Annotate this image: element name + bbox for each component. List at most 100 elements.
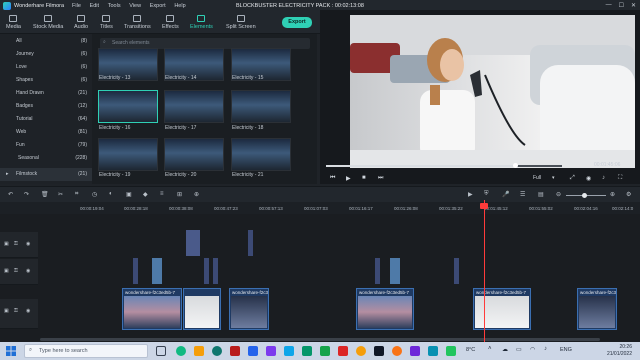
step-forward-icon[interactable]: ⏭	[378, 175, 383, 182]
video-clip[interactable]: wondershare-f2c3ed5b-7	[229, 288, 269, 330]
app-icon[interactable]	[284, 346, 294, 356]
tab-stock-media[interactable]: Stock Media	[33, 15, 63, 30]
eye-icon[interactable]: ◉	[26, 308, 30, 314]
element-thumbnail[interactable]	[231, 90, 291, 123]
file-explorer-icon[interactable]	[194, 346, 204, 356]
minimize-icon[interactable]: —	[606, 2, 612, 9]
step-back-icon[interactable]: ⏮	[330, 175, 335, 182]
app-icon[interactable]	[446, 346, 456, 356]
element-clip[interactable]	[248, 230, 253, 256]
tab-split-screen[interactable]: Split Screen	[226, 15, 256, 30]
play-pause-icon[interactable]: ▶	[346, 175, 351, 182]
playhead-handle[interactable]	[480, 203, 488, 209]
video-preview[interactable]	[350, 15, 635, 168]
element-clip[interactable]	[454, 258, 459, 284]
video-clip[interactable]: wondershare-f2c3ed5b-7	[356, 288, 414, 330]
list-icon[interactable]: ☰	[520, 191, 525, 198]
stop-icon[interactable]: ■	[362, 175, 366, 181]
lock-icon[interactable]: ⚿	[14, 268, 18, 274]
speed-icon[interactable]: ◷	[92, 191, 97, 198]
timeline-ruler[interactable]: 00:00:19:04 00:00:28:18 00:00:38:08 00:0…	[0, 202, 640, 214]
sidebar-item[interactable]: Tutorial (64)	[0, 113, 92, 126]
tab-titles[interactable]: Titles	[100, 15, 113, 30]
menu-tools[interactable]: Tools	[108, 3, 121, 9]
picture-icon[interactable]: ▤	[538, 191, 544, 198]
timeline-scrollbar[interactable]	[40, 338, 600, 341]
tab-transitions[interactable]: Transitions	[124, 15, 151, 30]
color-icon[interactable]: ◐	[109, 191, 113, 197]
mic-icon[interactable]: 🎤	[502, 191, 509, 198]
audio-mixer-icon[interactable]: ≡	[160, 191, 164, 197]
element-clip[interactable]	[186, 230, 200, 256]
redo-icon[interactable]: ↷	[24, 191, 29, 198]
expand-icon[interactable]: ⛶	[618, 175, 622, 182]
task-view-icon[interactable]	[156, 346, 166, 356]
delete-icon[interactable]: 🗑	[41, 191, 49, 198]
app-icon[interactable]	[230, 346, 240, 356]
green-screen-icon[interactable]: ▣	[126, 191, 132, 198]
video-clip[interactable]	[183, 288, 221, 330]
zoom-in-icon[interactable]: ⊕	[610, 191, 615, 198]
tab-media[interactable]: Media	[6, 15, 21, 30]
app-icon[interactable]	[302, 346, 312, 356]
windows-start-icon[interactable]	[6, 346, 16, 356]
element-thumbnail[interactable]	[98, 90, 158, 123]
sidebar-item-filmstock[interactable]: ▸ Filmstock (21)	[0, 168, 92, 181]
language-indicator[interactable]: ENG	[560, 347, 572, 353]
tab-effects[interactable]: Effects	[162, 15, 179, 30]
undo-icon[interactable]: ↶	[8, 191, 13, 198]
app-icon[interactable]	[176, 346, 186, 356]
element-thumbnail[interactable]	[231, 138, 291, 171]
timeline-playhead[interactable]	[484, 200, 485, 342]
element-clip[interactable]	[204, 258, 209, 284]
weather-temp[interactable]: 8°C	[466, 347, 475, 353]
app-icon[interactable]	[410, 346, 420, 356]
zoom-slider-handle[interactable]	[582, 193, 587, 198]
element-thumbnail[interactable]	[164, 90, 224, 123]
app-icon[interactable]	[266, 346, 276, 356]
battery-icon[interactable]: ▭	[516, 346, 522, 353]
fullscreen-icon[interactable]: ⤢	[570, 175, 575, 182]
video-clip[interactable]: wondershare-f2c3ed5b-7	[473, 288, 531, 330]
quality-dropdown-icon[interactable]: ▾	[552, 175, 555, 181]
sidebar-item[interactable]: Journey (6)	[0, 48, 92, 61]
stabilize-icon[interactable]: ⊞	[177, 191, 182, 198]
render-icon[interactable]: ▶	[468, 191, 473, 198]
sidebar-item[interactable]: Web (81)	[0, 126, 92, 139]
lock-icon[interactable]: ⚿	[14, 308, 18, 314]
eye-icon[interactable]: ◉	[26, 241, 30, 247]
element-clip[interactable]	[213, 258, 218, 284]
element-clip[interactable]	[375, 258, 380, 284]
element-clip[interactable]	[390, 258, 400, 284]
snapshot-icon[interactable]: ◉	[586, 175, 591, 182]
app-icon[interactable]	[428, 346, 438, 356]
sidebar-item[interactable]: Seasonal (228)	[0, 152, 92, 165]
app-icon[interactable]	[248, 346, 258, 356]
volume-icon[interactable]: ♪	[602, 175, 605, 181]
element-clip[interactable]	[152, 258, 162, 284]
app-icon[interactable]	[392, 346, 402, 356]
maximize-icon[interactable]: ☐	[619, 2, 624, 9]
element-thumbnail[interactable]	[98, 138, 158, 171]
sidebar-item[interactable]: All (8)	[0, 35, 92, 48]
sidebar-item[interactable]: Shapes (6)	[0, 74, 92, 87]
wifi-icon[interactable]: ◠	[530, 346, 535, 353]
keyframe-icon[interactable]: ◆	[143, 191, 148, 198]
sidebar-item[interactable]: Fun (79)	[0, 139, 92, 152]
playback-scrubber-handle[interactable]	[512, 163, 518, 168]
quality-select[interactable]: Full	[533, 175, 541, 181]
sidebar-item[interactable]: Badges (12)	[0, 100, 92, 113]
settings-icon[interactable]: ⚙	[626, 191, 631, 198]
lock-icon[interactable]: ⚿	[14, 241, 18, 247]
close-icon[interactable]: ✕	[631, 2, 636, 9]
network-icon[interactable]: ☁	[502, 346, 508, 353]
menu-edit[interactable]: Edit	[90, 3, 99, 9]
tab-audio[interactable]: Audio	[74, 15, 88, 30]
export-button[interactable]: Export	[282, 17, 312, 28]
tab-elements[interactable]: Elements	[190, 15, 213, 30]
menu-view[interactable]: View	[129, 3, 141, 9]
taskbar-search-box[interactable]: ⌕ Type here to search	[24, 344, 148, 358]
chrome-icon[interactable]	[356, 346, 366, 356]
menu-file[interactable]: File	[72, 3, 81, 9]
video-clip[interactable]: wondershare-f2c3ed5b-7	[577, 288, 617, 330]
